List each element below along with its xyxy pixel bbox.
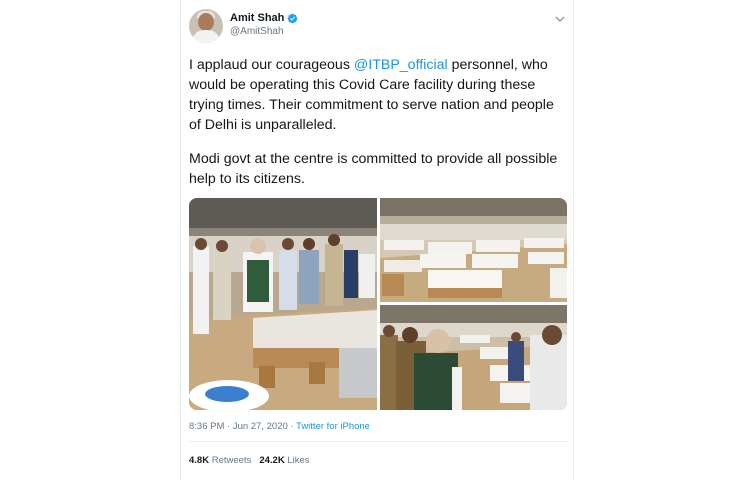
likes-stat[interactable]: 24.2K Likes <box>259 455 309 466</box>
photo-1-image <box>189 198 377 410</box>
tweet-card: Amit Shah @AmitShah I applaud our courag… <box>180 0 574 480</box>
photo-2[interactable] <box>380 198 567 302</box>
likes-label: Likes <box>287 455 310 466</box>
tweet-meta: 8:36 PM · Jun 27, 2020 · Twitter for iPh… <box>189 421 370 432</box>
photo-3[interactable] <box>380 305 567 410</box>
author-display-name[interactable]: Amit Shah <box>230 12 284 24</box>
photo-3-image <box>380 305 567 410</box>
photo-2-image <box>380 198 567 302</box>
photo-1[interactable] <box>189 198 377 410</box>
tweet-media[interactable] <box>189 198 567 410</box>
avatar-face <box>198 13 214 31</box>
retweets-stat[interactable]: 4.8K Retweets <box>189 455 251 466</box>
author-name-row[interactable]: Amit Shah <box>230 12 298 24</box>
tweet-paragraph-1: I applaud our courageous @ITBP_official … <box>189 55 567 135</box>
tweet-text-part: I applaud our courageous <box>189 57 354 73</box>
tweet-paragraph-2: Modi govt at the centre is committed to … <box>189 151 558 187</box>
author-handle[interactable]: @AmitShah <box>230 26 284 37</box>
tweet-text: I applaud our courageous @ITBP_official … <box>189 55 567 189</box>
tweet-stats: 4.8K Retweets 24.2K Likes <box>189 455 310 466</box>
tweet-header: Amit Shah @AmitShah <box>189 9 567 49</box>
retweets-label: Retweets <box>211 455 252 466</box>
chevron-down-icon[interactable] <box>555 15 565 23</box>
avatar-body <box>192 30 220 43</box>
verified-badge-icon <box>288 13 298 23</box>
tweet-timestamp[interactable]: 8:36 PM · Jun 27, 2020 <box>189 421 288 432</box>
page: Amit Shah @AmitShah I applaud our courag… <box>0 0 750 480</box>
avatar[interactable] <box>189 9 223 43</box>
mention-link[interactable]: @ITBP_official <box>354 57 448 73</box>
retweets-count: 4.8K <box>189 455 210 466</box>
tweet-source-link[interactable]: Twitter for iPhone <box>296 421 370 432</box>
divider <box>189 441 567 442</box>
meta-separator: · <box>287 421 297 432</box>
likes-count: 24.2K <box>259 455 285 466</box>
